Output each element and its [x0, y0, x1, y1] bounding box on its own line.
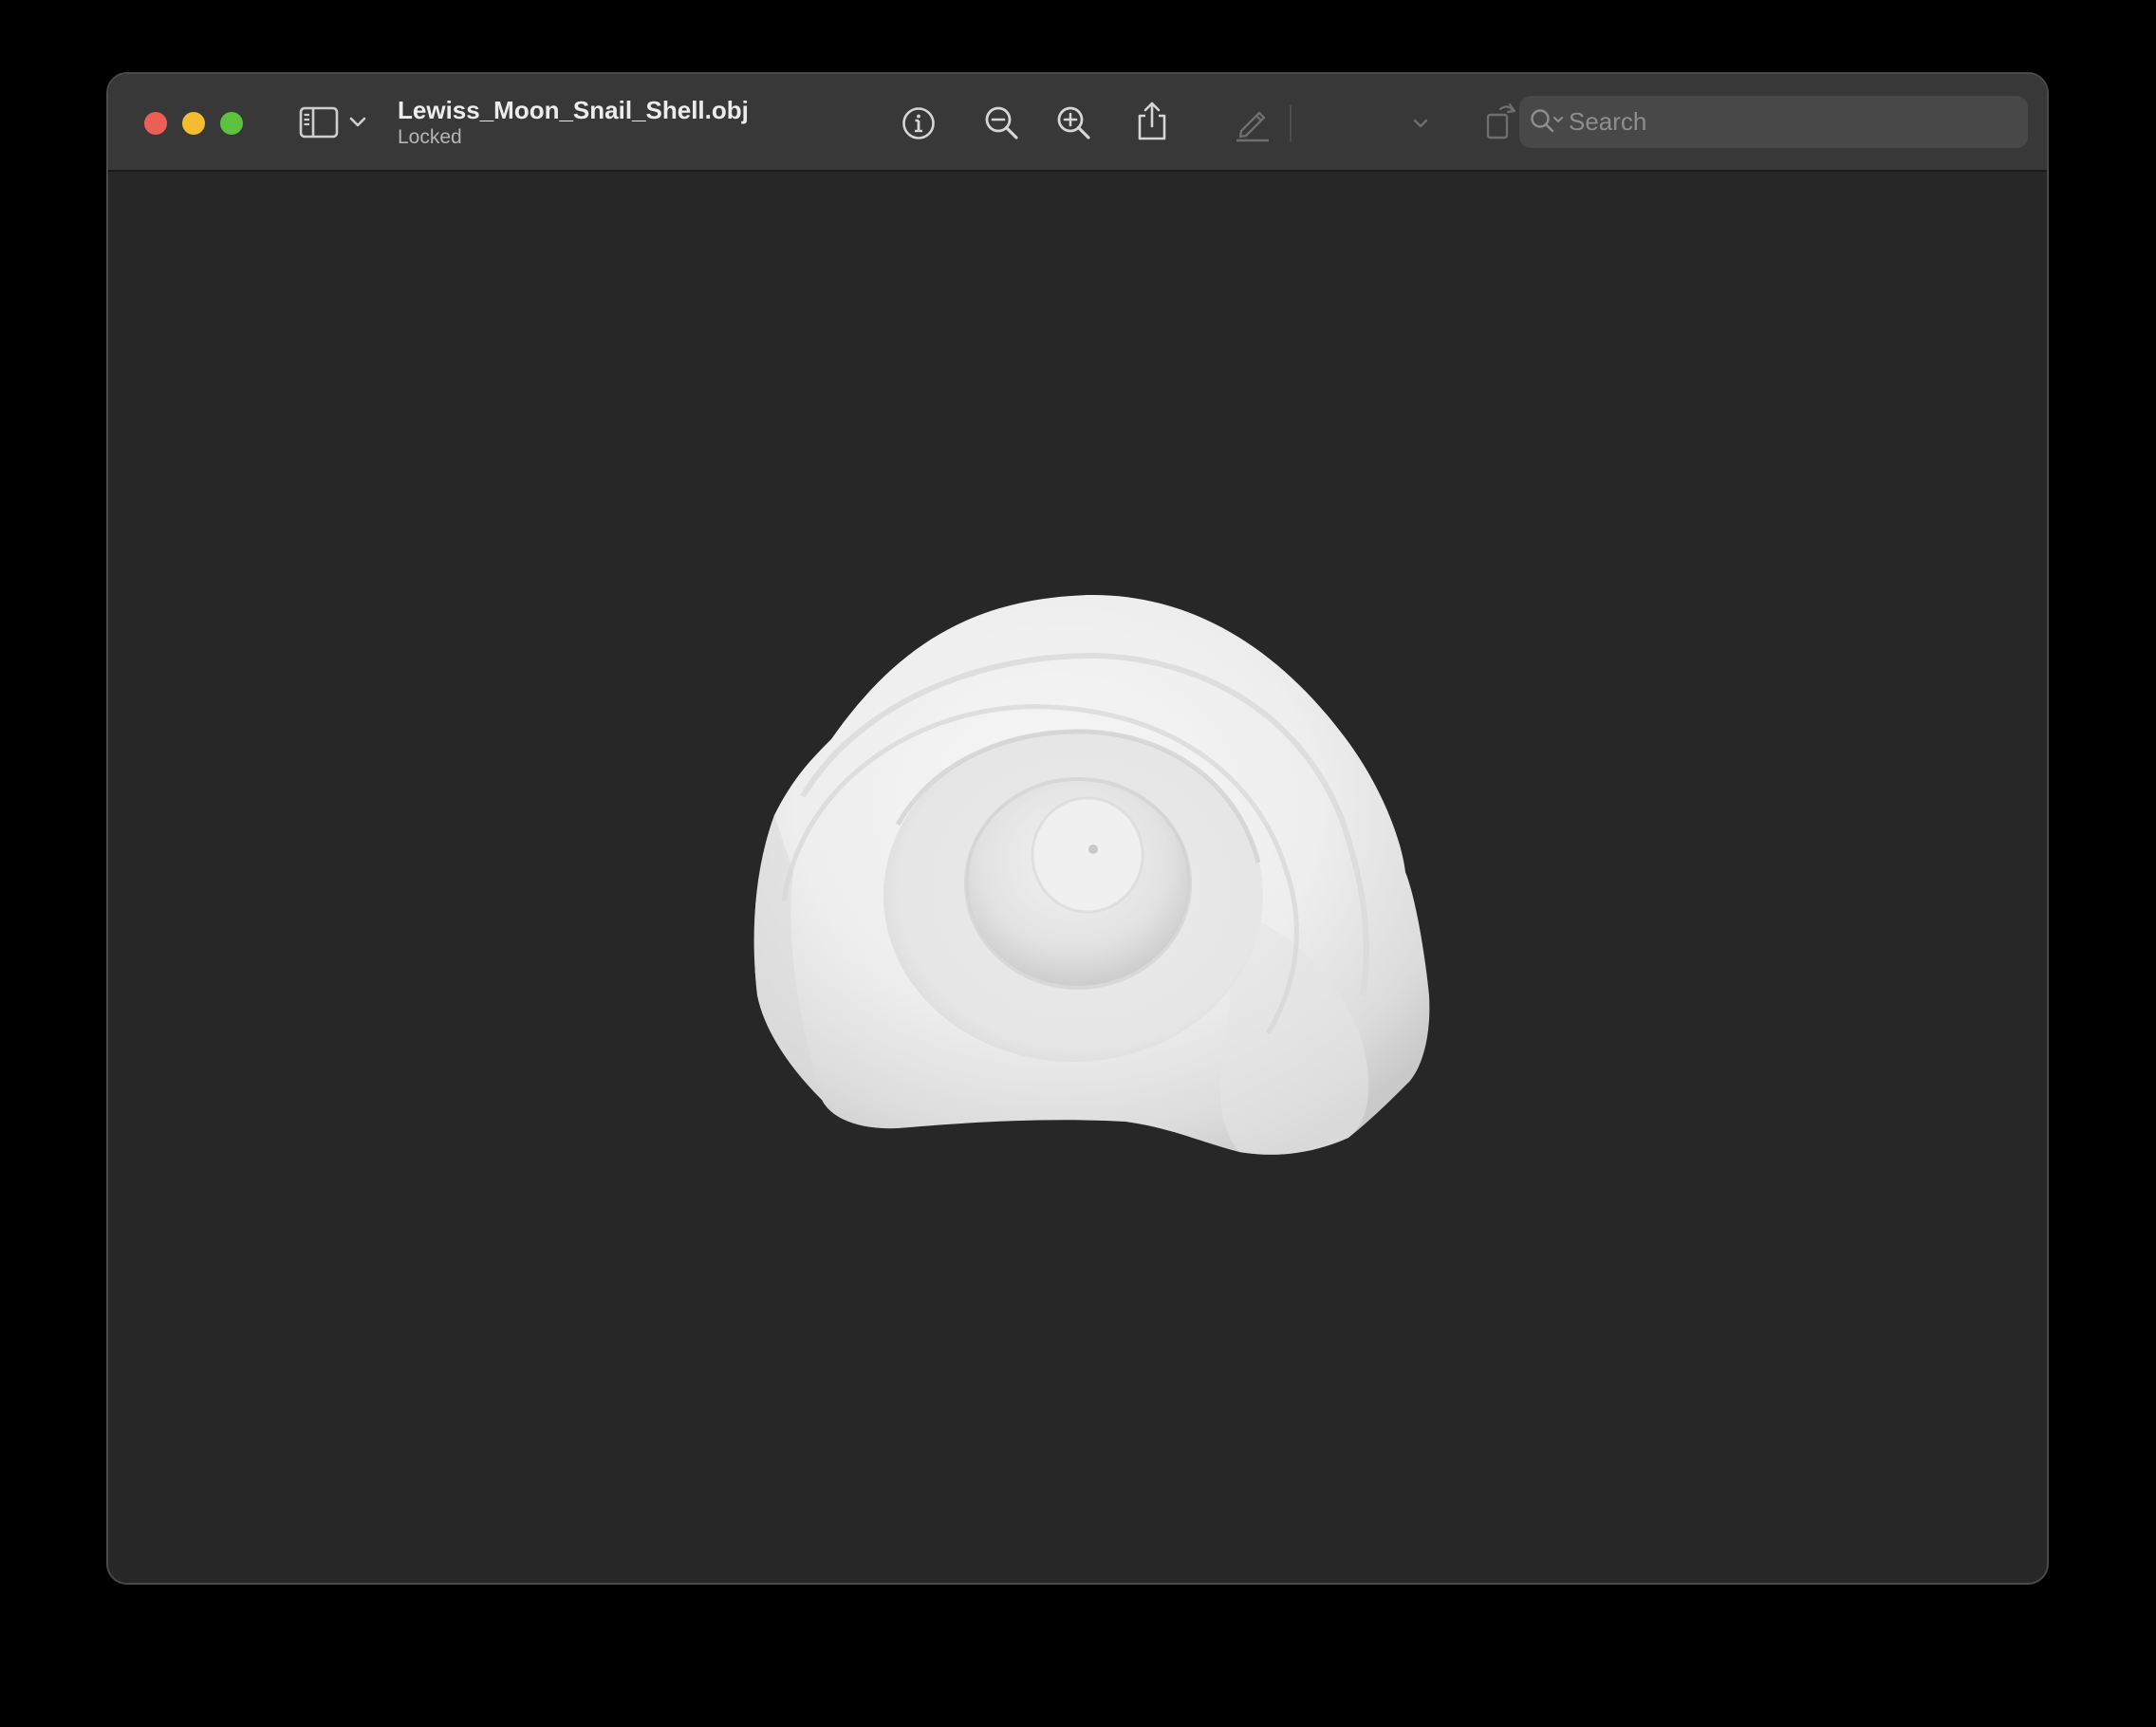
search-field[interactable]: [1519, 96, 2028, 148]
title-bar: Lewiss_Moon_Snail_Shell.obj Locked: [108, 74, 2047, 172]
markup-button[interactable]: [1232, 102, 1273, 144]
maximize-button[interactable]: [220, 112, 243, 135]
toolbar-divider: [1290, 105, 1292, 141]
search-icon[interactable]: [1529, 107, 1567, 136]
rotate-disabled-button[interactable]: [1482, 99, 1520, 142]
sidebar-icon: [299, 106, 339, 139]
preview-window: Lewiss_Moon_Snail_Shell.obj Locked: [106, 72, 2049, 1585]
chevron-down-icon: [349, 117, 366, 127]
sidebar-menu-button[interactable]: [347, 112, 368, 133]
title-block: Lewiss_Moon_Snail_Shell.obj Locked: [398, 95, 749, 150]
3d-viewport[interactable]: [108, 172, 2047, 1583]
share-icon: [1138, 102, 1166, 140]
zoom-in-icon: [1057, 106, 1090, 139]
document-title: Lewiss_Moon_Snail_Shell.obj: [398, 96, 749, 124]
sidebar-toggle-button[interactable]: [298, 105, 340, 139]
search-input[interactable]: [1569, 103, 2015, 139]
markup-pen-icon: [1236, 111, 1269, 142]
zoom-out-button[interactable]: [983, 104, 1021, 142]
document-status[interactable]: Locked: [398, 125, 749, 150]
zoom-out-icon: [985, 106, 1018, 139]
3d-shell-model[interactable]: [641, 587, 1496, 1271]
minimize-button[interactable]: [182, 112, 205, 135]
info-button[interactable]: [900, 104, 938, 142]
close-button[interactable]: [144, 112, 167, 135]
info-icon: [902, 107, 935, 139]
share-button[interactable]: [1133, 99, 1171, 142]
zoom-in-button[interactable]: [1055, 104, 1093, 142]
rotate-icon: [1486, 102, 1516, 139]
rotate-button[interactable]: [1376, 101, 1422, 144]
